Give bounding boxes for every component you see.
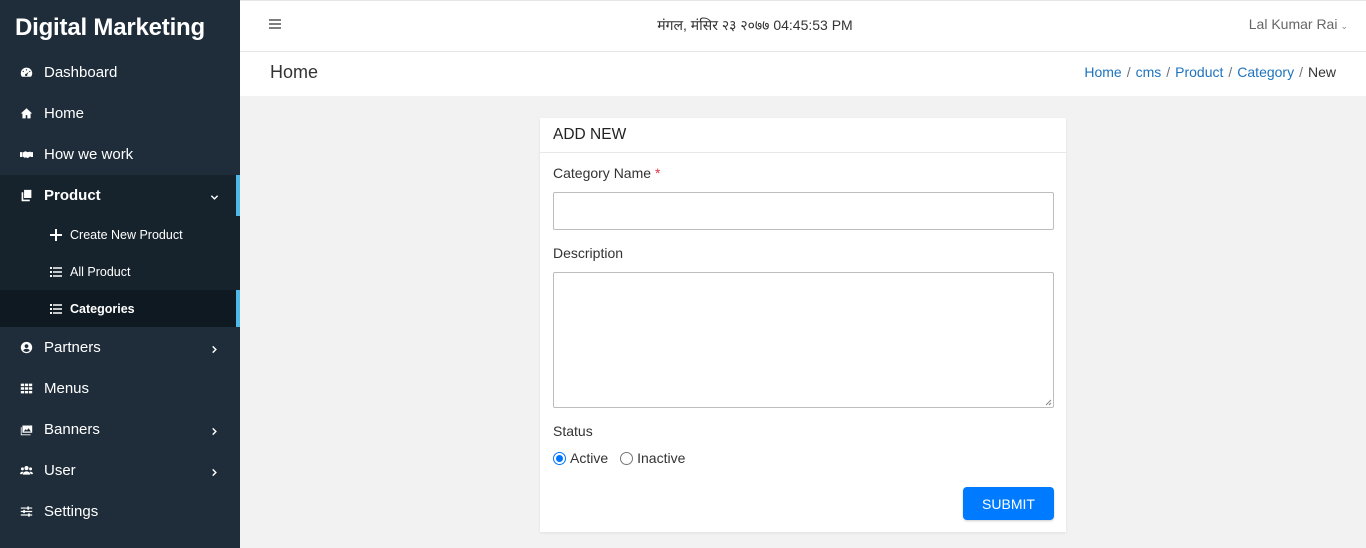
category-name-input[interactable] <box>553 192 1054 230</box>
copy-icon <box>18 188 34 204</box>
submenu-item-all-product[interactable]: All Product <box>0 253 240 290</box>
users-icon <box>18 463 34 479</box>
sidebar-item-product[interactable]: Product <box>0 175 240 216</box>
product-submenu: Create New Product All Product Categorie… <box>0 216 240 327</box>
images-icon <box>18 422 34 438</box>
user-circle-icon <box>18 340 34 356</box>
sidebar-item-how-we-work[interactable]: How we work <box>0 134 240 175</box>
submenu-item-create-new-product[interactable]: Create New Product <box>0 216 240 253</box>
sidebar-item-label: Settings <box>44 503 99 520</box>
dashboard-icon <box>18 65 34 81</box>
sidebar-item-dashboard[interactable]: Dashboard <box>0 52 240 93</box>
sidebar-item-menus[interactable]: Menus <box>0 368 240 409</box>
chevron-right-icon <box>210 341 220 354</box>
user-menu[interactable]: Lal Kumar Rai ⌄ <box>1249 16 1348 32</box>
topbar: मंगल, मंसिर २३ २०७७ 04:45:53 PM Lal Kuma… <box>240 0 1366 52</box>
sidebar-item-label: Menus <box>44 380 90 397</box>
sidebar-item-label: Product <box>44 187 101 204</box>
breadcrumb-separator: / <box>1299 64 1303 80</box>
sidebar-item-partners[interactable]: Partners <box>0 327 240 368</box>
breadcrumb-separator: / <box>1228 64 1233 80</box>
user-name: Lal Kumar Rai <box>1248 16 1338 32</box>
sliders-icon <box>18 504 34 520</box>
status-radio-group: Active Inactive <box>553 450 697 466</box>
submenu-item-label: Categories <box>70 301 135 316</box>
sidebar-item-label: Banners <box>44 421 100 438</box>
handshake-icon <box>18 147 34 163</box>
chevron-down-icon <box>210 189 220 200</box>
breadcrumb-separator: / <box>1166 64 1171 80</box>
caret-down-icon: ⌄ <box>1340 21 1348 31</box>
sidebar-item-label: Home <box>44 105 85 122</box>
home-icon <box>18 106 34 122</box>
sidebar-item-label: User <box>44 462 76 479</box>
grid-icon <box>18 381 34 397</box>
chevron-right-icon <box>210 464 220 477</box>
status-active-label[interactable]: Active <box>570 450 608 466</box>
add-new-card: ADD NEW Category Name * Description Stat… <box>540 118 1066 532</box>
current-datetime: मंगल, मंसिर २३ २०७७ 04:45:53 PM <box>657 17 853 33</box>
submenu-item-label: Create New Product <box>70 227 183 242</box>
list-icon <box>49 302 63 316</box>
resize-handle-icon[interactable] <box>1044 398 1052 406</box>
required-mark: * <box>654 165 661 181</box>
brand-title: Digital Marketing <box>15 14 205 41</box>
status-inactive-label[interactable]: Inactive <box>637 450 685 466</box>
category-name-label-text: Category Name <box>553 165 652 181</box>
sidebar-item-home[interactable]: Home <box>0 93 240 134</box>
sidebar-item-label: Dashboard <box>44 64 118 81</box>
sidebar-item-label: Partners <box>44 339 101 356</box>
category-name-label: Category Name * <box>553 165 660 181</box>
description-label: Description <box>553 245 624 261</box>
submit-button[interactable]: SUBMIT <box>963 487 1054 520</box>
sidebar-item-label: How we work <box>44 146 134 163</box>
breadcrumb-home[interactable]: Home <box>1084 64 1121 80</box>
breadcrumb-separator: / <box>1126 64 1131 80</box>
breadcrumb-category[interactable]: Category <box>1237 64 1294 80</box>
list-icon <box>49 265 63 279</box>
submenu-item-categories[interactable]: Categories <box>0 290 240 327</box>
sidebar-item-settings[interactable]: Settings <box>0 491 240 532</box>
page-title: Home <box>270 62 319 82</box>
sidebar-item-user[interactable]: User <box>0 450 240 491</box>
page-header: Home Home / cms / Product / Category / New <box>240 52 1366 96</box>
status-active-radio[interactable] <box>553 451 566 465</box>
card-title: ADD NEW <box>540 118 1066 153</box>
status-label: Status <box>553 423 593 439</box>
breadcrumb: Home / cms / Product / Category / New <box>1084 64 1336 80</box>
chevron-right-icon <box>210 423 220 436</box>
sidebar: Digital Marketing Dashboard Home How we … <box>0 0 240 548</box>
submenu-item-label: All Product <box>70 264 131 279</box>
breadcrumb-current: New <box>1307 64 1336 80</box>
plus-icon <box>49 228 63 242</box>
status-inactive-radio[interactable] <box>620 451 634 465</box>
breadcrumb-product[interactable]: Product <box>1175 64 1223 80</box>
description-textarea[interactable] <box>553 272 1054 408</box>
sidebar-item-banners[interactable]: Banners <box>0 409 240 450</box>
breadcrumb-cms[interactable]: cms <box>1136 64 1162 80</box>
